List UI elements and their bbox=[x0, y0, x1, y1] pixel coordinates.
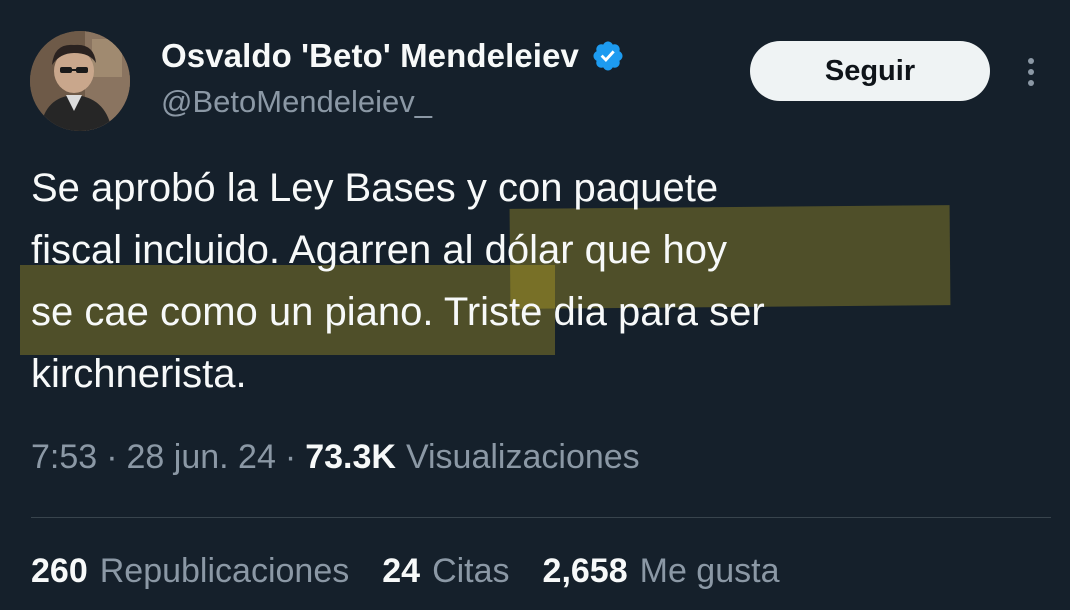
quotes-label: Citas bbox=[432, 552, 510, 590]
verified-badge-icon bbox=[593, 41, 623, 71]
tweet-time[interactable]: 7:53 bbox=[31, 438, 97, 477]
views-label: Visualizaciones bbox=[405, 438, 640, 476]
tweet-card: Osvaldo 'Beto' Mendeleiev @BetoMendeleie… bbox=[0, 0, 1070, 610]
author-display-name[interactable]: Osvaldo 'Beto' Mendeleiev bbox=[161, 37, 579, 75]
quotes-count: 24 bbox=[382, 552, 421, 590]
tweet-date[interactable]: 28 jun. 24 bbox=[127, 438, 276, 477]
tweet-text-line: Se aprobó la Ley Bases y con paquete bbox=[31, 166, 719, 210]
tweet-text: Se aprobó la Ley Bases y con paquete fis… bbox=[31, 157, 1041, 405]
meta-separator: · bbox=[284, 438, 297, 476]
tweet-text-line: fiscal incluido. Agarren al dólar que ho… bbox=[31, 228, 727, 272]
tweet-text-line: se cae como un piano. Triste dia para se… bbox=[31, 290, 765, 334]
meta-separator: · bbox=[106, 438, 118, 476]
tweet-text-line: kirchnerista. bbox=[31, 352, 247, 396]
reposts-stat[interactable]: 260 Republicaciones bbox=[31, 552, 349, 591]
divider bbox=[31, 517, 1051, 518]
likes-label: Me gusta bbox=[639, 552, 780, 590]
avatar-photo bbox=[30, 31, 130, 131]
likes-stat[interactable]: 2,658 Me gusta bbox=[543, 552, 780, 591]
tweet-stats: 260 Republicaciones 24 Citas 2,658 Me gu… bbox=[31, 552, 812, 591]
follow-button[interactable]: Seguir bbox=[750, 41, 990, 101]
avatar[interactable] bbox=[30, 31, 130, 131]
author-name-row: Osvaldo 'Beto' Mendeleiev bbox=[161, 36, 625, 76]
author-handle[interactable]: @BetoMendeleiev_ bbox=[161, 84, 432, 120]
views-count: 73.3K bbox=[305, 438, 396, 476]
quotes-stat[interactable]: 24 Citas bbox=[382, 552, 509, 591]
reposts-label: Republicaciones bbox=[99, 552, 350, 590]
more-vertical-icon[interactable] bbox=[1016, 52, 1046, 92]
tweet-meta: 7:53 · 28 jun. 24 · 73.3K Visualizacione… bbox=[31, 438, 640, 477]
reposts-count: 260 bbox=[31, 552, 88, 590]
likes-count: 2,658 bbox=[542, 552, 628, 590]
